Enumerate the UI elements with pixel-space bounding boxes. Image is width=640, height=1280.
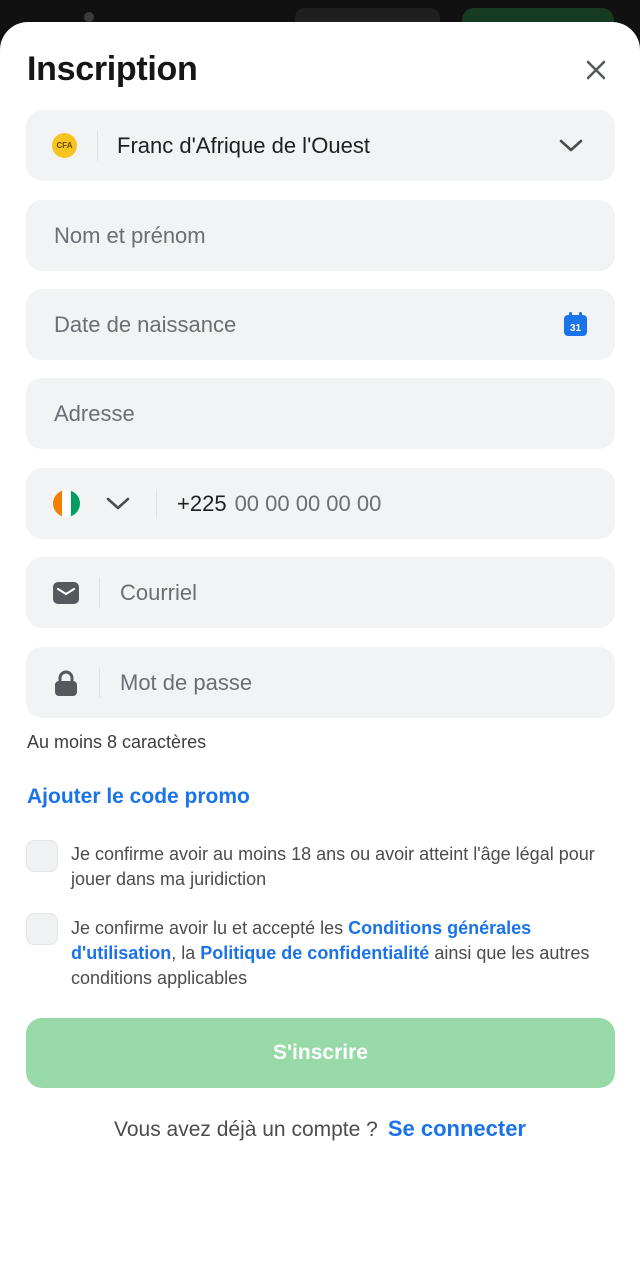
- divider: [97, 130, 98, 161]
- privacy-policy-link[interactable]: Politique de confidentialité: [200, 943, 429, 963]
- currency-badge-icon: CFA: [52, 133, 77, 158]
- calendar-day: 31: [570, 323, 582, 334]
- phone-prefix: +225: [177, 490, 227, 516]
- terms-consent-checkbox[interactable]: [26, 913, 58, 945]
- phone-placeholder: 00 00 00 00 00: [234, 490, 382, 516]
- name-placeholder: Nom et prénom: [54, 222, 206, 248]
- country-chevron-down-icon[interactable]: [106, 497, 130, 511]
- currency-label: Franc d'Afrique de l'Ouest: [117, 132, 370, 158]
- chevron-down-icon: [559, 139, 583, 151]
- password-field[interactable]: Mot de passe: [26, 647, 615, 718]
- name-field[interactable]: Nom et prénom: [26, 200, 615, 271]
- background-dot: [84, 12, 94, 22]
- country-flag-icon[interactable]: [53, 490, 80, 517]
- age-consent-checkbox[interactable]: [26, 840, 58, 872]
- email-placeholder: Courriel: [120, 579, 198, 605]
- currency-select[interactable]: CFA Franc d'Afrique de l'Ouest: [26, 110, 615, 181]
- login-prompt: Vous avez déjà un compte ? Se connecter: [0, 1116, 640, 1142]
- login-link[interactable]: Se connecter: [388, 1116, 526, 1141]
- email-field[interactable]: Courriel: [26, 557, 615, 628]
- birthdate-placeholder: Date de naissance: [54, 311, 237, 337]
- terms-consent-text: Je confirme avoir lu et accepté les Cond…: [71, 916, 611, 991]
- phone-field[interactable]: +225 00 00 00 00 00: [26, 468, 615, 539]
- password-placeholder: Mot de passe: [120, 669, 253, 695]
- login-prompt-text: Vous avez déjà un compte ?: [113, 1118, 378, 1141]
- signup-button[interactable]: S'inscrire: [26, 1018, 615, 1088]
- age-consent-text: Je confirme avoir au moins 18 ans ou avo…: [71, 844, 595, 889]
- envelope-icon: [53, 581, 79, 604]
- address-placeholder: Adresse: [54, 400, 135, 426]
- close-button[interactable]: [578, 52, 614, 88]
- terms-text-part1: Je confirme avoir lu et accepté les: [71, 918, 349, 938]
- page-title: Inscription: [27, 50, 198, 88]
- divider: [99, 577, 100, 608]
- add-promo-code-link[interactable]: Ajouter le code promo: [27, 785, 250, 809]
- calendar-icon[interactable]: 31: [564, 312, 587, 336]
- signup-sheet: Inscription CFA Franc d'Afrique de l'Oue…: [0, 22, 640, 1280]
- lock-icon: [55, 670, 77, 696]
- password-hint: Au moins 8 caractères: [27, 732, 207, 752]
- birthdate-field[interactable]: Date de naissance 31: [26, 289, 615, 360]
- address-field[interactable]: Adresse: [26, 378, 615, 449]
- close-icon: [586, 60, 606, 80]
- divider: [99, 667, 100, 698]
- terms-text-part2: , la: [171, 943, 201, 963]
- divider: [156, 488, 157, 519]
